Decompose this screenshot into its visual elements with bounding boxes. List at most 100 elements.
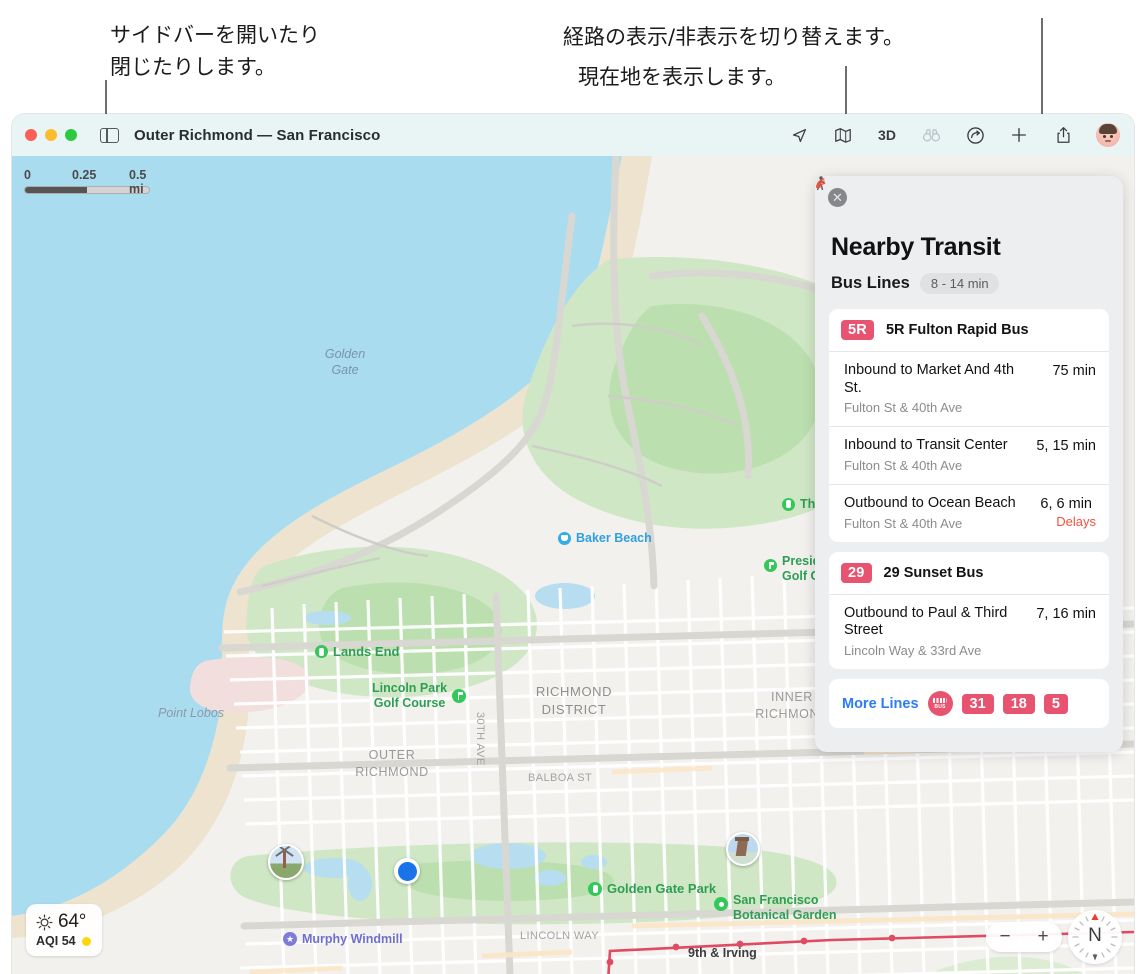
map-label-golden-gate: Golden Gate: [324, 347, 366, 378]
map-label-lincoln-way: LINCOLN WAY: [520, 930, 599, 942]
poi-lincoln-park-golf-course[interactable]: Lincoln Park Golf Course: [372, 681, 467, 712]
sidebar-toggle-icon[interactable]: [100, 127, 119, 143]
zoom-controls[interactable]: − +: [986, 922, 1062, 952]
park-icon: [782, 497, 795, 511]
departure-times: 7, 16 min: [1036, 605, 1096, 622]
more-line-badge[interactable]: 31: [961, 693, 994, 714]
weather-widget[interactable]: 64° AQI 54: [26, 904, 102, 956]
map-label-balboa-st: BALBOA ST: [528, 772, 593, 784]
line-name: 29 Sunset Bus: [883, 564, 984, 581]
map-label-outer-richmond: OUTER RICHMOND: [355, 748, 429, 779]
departure-times: 5, 15 min: [1036, 438, 1096, 455]
departure-stop: Fulton St & 40th Ave: [844, 400, 963, 416]
annotation-sidebar: サイドバーを開いたり 閉じたりします。: [110, 23, 320, 79]
compass-control[interactable]: N: [1068, 910, 1122, 964]
more-lines-card[interactable]: More Lines BUS 31 18 5: [829, 679, 1109, 729]
walk-time-text: 8 - 14 min: [930, 276, 989, 291]
poi-sf-botanical-garden[interactable]: San Francisco Botanical Garden: [714, 893, 837, 924]
poi-lands-end[interactable]: Lands End: [315, 644, 399, 659]
zoom-out-button[interactable]: −: [999, 926, 1010, 948]
golf-icon: [452, 689, 467, 704]
bus-icon[interactable]: BUS: [927, 691, 953, 717]
line-name: 5R Fulton Rapid Bus: [885, 322, 1029, 338]
scale-tick-0: 0: [24, 168, 31, 182]
minimize-window-button[interactable]: [45, 129, 57, 141]
3d-button[interactable]: 3D: [876, 124, 898, 146]
poi-baker-beach[interactable]: Baker Beach: [558, 531, 652, 545]
aqi-value: AQI 54: [36, 934, 76, 948]
departure-row[interactable]: Outbound to Paul & Third Street Lincoln …: [829, 593, 1109, 669]
departure-stop: Fulton St & 40th Ave: [844, 515, 963, 531]
share-icon[interactable]: [1052, 124, 1074, 146]
poi-label: Lincoln Park Golf Course: [372, 681, 448, 711]
poi-label: Golden Gate Park: [607, 881, 717, 896]
transit-line-card[interactable]: 5R 5R Fulton Rapid Bus Inbound to Market…: [816, 178, 1109, 542]
bus-lines-header: Bus Lines 8 - 14 min: [815, 176, 1123, 309]
departure-times: 6, 6 min: [1040, 496, 1092, 513]
nearby-transit-panel: ✕ Nearby Transit Bus Lines 8 - 14 min 5R: [815, 176, 1123, 753]
close-window-button[interactable]: [25, 129, 37, 141]
transit-line-card[interactable]: 29 29 Sunset Bus Outbound to Paul & Thir…: [829, 551, 1109, 670]
star-icon: ★: [283, 932, 297, 946]
line-header[interactable]: 5R 5R Fulton Rapid Bus: [829, 309, 1109, 351]
traffic-lights[interactable]: [25, 129, 77, 141]
map-label-richmond-district: RICHMOND DISTRICT: [535, 684, 613, 717]
more-line-badge[interactable]: 18: [1002, 693, 1035, 714]
departure-destination: Outbound to Ocean Beach: [844, 495, 1016, 512]
map-icon[interactable]: [832, 124, 854, 146]
departure-row[interactable]: Inbound to Market And 4th St. Fulton St …: [829, 351, 1109, 426]
maps-window: Outer Richmond — San Francisco 3D 0 0.25…: [12, 114, 1134, 974]
zoom-in-button[interactable]: +: [1037, 926, 1048, 948]
avatar-mouth: [1105, 140, 1111, 142]
zoom-window-button[interactable]: [65, 129, 77, 141]
beach-icon: [558, 531, 571, 545]
park-icon: [588, 881, 602, 896]
location-arrow-icon[interactable]: [788, 124, 810, 146]
map-label-point-lobos: Point Lobos: [158, 706, 225, 720]
poi-murphy-windmill[interactable]: ★ Murphy Windmill: [283, 932, 403, 946]
compass-north-needle: [1091, 913, 1099, 920]
avatar[interactable]: [1096, 123, 1120, 147]
more-lines-link[interactable]: More Lines: [842, 696, 919, 712]
line-header[interactable]: 29 29 Sunset Bus: [829, 552, 1109, 594]
bus-lines-label: Bus Lines: [831, 274, 910, 292]
departure-stop: Fulton St & 40th Ave: [844, 458, 963, 474]
add-icon[interactable]: [1008, 124, 1030, 146]
departure-destination: Outbound to Paul & Third Street: [844, 604, 1008, 639]
annotation-location: 現在地を表示します。: [578, 65, 786, 89]
user-location-dot: [394, 858, 420, 884]
map-marker-windmill-photo[interactable]: [268, 844, 304, 880]
binoculars-icon[interactable]: [920, 124, 942, 146]
poi-label: Murphy Windmill: [302, 932, 403, 946]
line-badge: 29: [841, 562, 872, 583]
panel-title: Nearby Transit: [831, 233, 1001, 261]
avatar-eye-left: [1103, 135, 1106, 138]
walk-time-pill[interactable]: 8 - 14 min: [816, 176, 999, 294]
transit-toggle-icon[interactable]: [964, 124, 986, 146]
more-line-badge[interactable]: 5: [1043, 693, 1068, 714]
compass-north-label: N: [1088, 925, 1102, 946]
close-panel-button[interactable]: ✕: [828, 188, 847, 207]
avatar-hair: [1099, 124, 1117, 134]
window-titlebar: Outer Richmond — San Francisco 3D: [12, 114, 1134, 157]
poi-label: Lands End: [333, 644, 400, 659]
golf-icon: [764, 559, 777, 572]
annotation-transit-toggle: 経路の表示/非表示を切り替えます。: [563, 25, 904, 49]
aqi-dot: [81, 936, 91, 946]
transit-stop-9th-irving: 9th & Irving: [688, 946, 757, 960]
map-canvas[interactable]: 0 0.25 0.5 mi Golden Gate Point Lobos RI…: [12, 156, 1134, 974]
scale-tick-2: 0.5 mi: [129, 168, 147, 196]
departure-destination: Inbound to Market And 4th St.: [844, 362, 1015, 396]
map-marker-tower-photo[interactable]: [726, 832, 760, 866]
line-badge: 5R: [841, 320, 874, 340]
scale-tick-1: 0.25: [72, 168, 97, 182]
garden-icon: [714, 897, 728, 911]
poi-golden-gate-park[interactable]: Golden Gate Park: [588, 881, 716, 896]
map-scalebar: 0 0.25 0.5 mi: [24, 168, 150, 196]
weather-temp: 64°: [58, 911, 87, 932]
departure-row[interactable]: Outbound to Ocean Beach Fulton St & 40th…: [816, 178, 1109, 542]
departure-stop: Lincoln Way & 33rd Ave: [844, 643, 982, 659]
window-title: Outer Richmond — San Francisco: [134, 126, 381, 144]
departure-times: 75 min: [1052, 363, 1096, 379]
departure-row[interactable]: Inbound to Transit Center Fulton St & 40…: [829, 426, 1109, 484]
